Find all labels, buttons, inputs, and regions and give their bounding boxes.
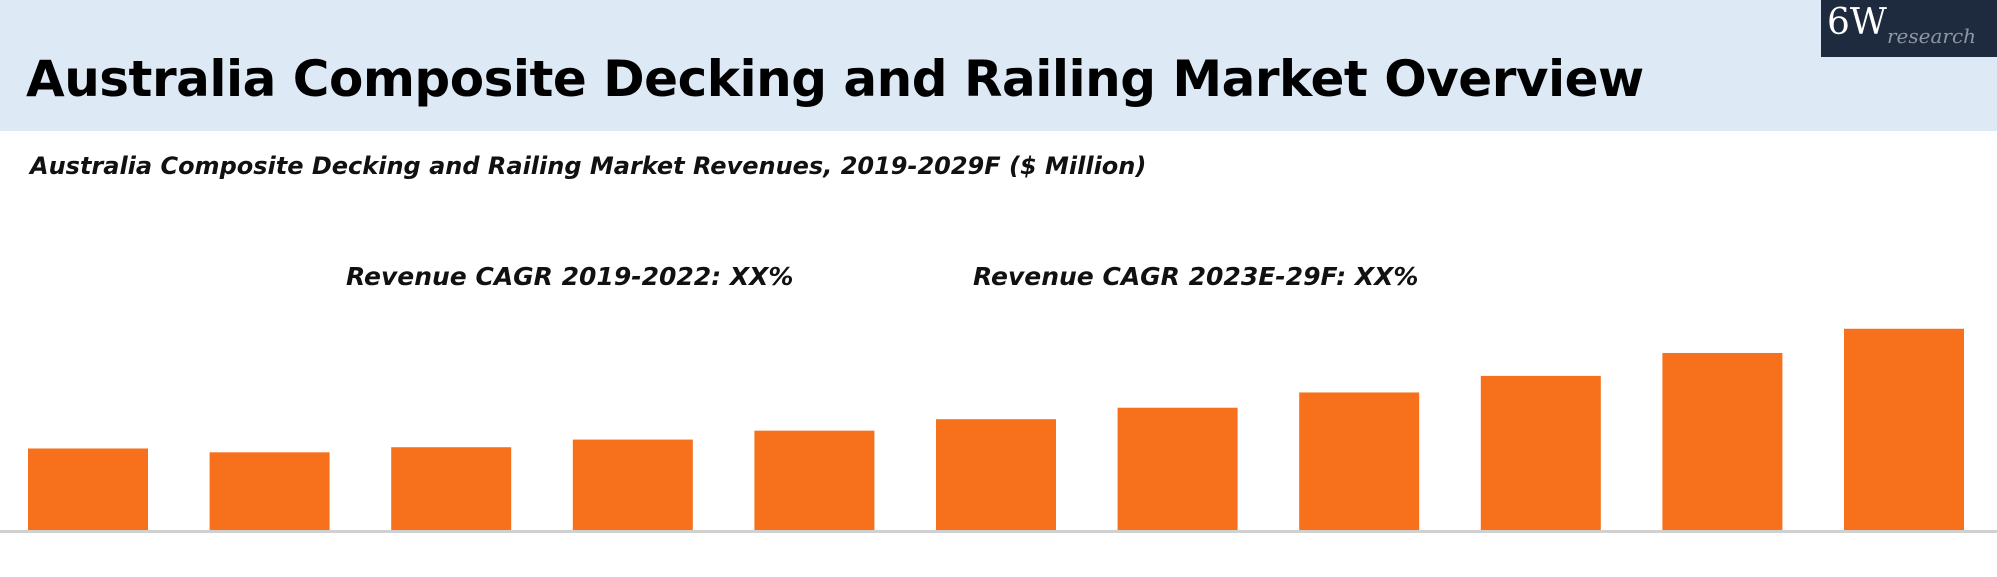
bar-2026F (1299, 392, 1420, 530)
bar-2019 (28, 448, 148, 530)
bar-2028F (1662, 352, 1783, 530)
bar-2025F (1117, 407, 1238, 530)
bar-chart (0, 328, 1997, 533)
company-logo: 6W research (1821, 0, 1997, 57)
logo-subtext: research (1887, 24, 1977, 48)
logo-mark: 6W (1827, 2, 1887, 43)
bar-2021 (391, 447, 512, 530)
bar-2022 (572, 439, 693, 530)
bar-2023E (754, 430, 875, 530)
bar-2027F (1480, 375, 1601, 530)
cagr-annotation-historical: Revenue CAGR 2019-2022: XX% (346, 262, 794, 291)
chart-title: Australia Composite Decking and Railing … (30, 152, 1147, 180)
cagr-annotation-forecast: Revenue CAGR 2023E-29F: XX% (973, 262, 1419, 291)
bar-2020 (209, 452, 330, 530)
bar-2024F (936, 419, 1056, 530)
bar-2029F (1844, 328, 1964, 530)
page-title: Australia Composite Decking and Railing … (26, 50, 1644, 108)
header-banner: Australia Composite Decking and Railing … (0, 0, 1997, 131)
